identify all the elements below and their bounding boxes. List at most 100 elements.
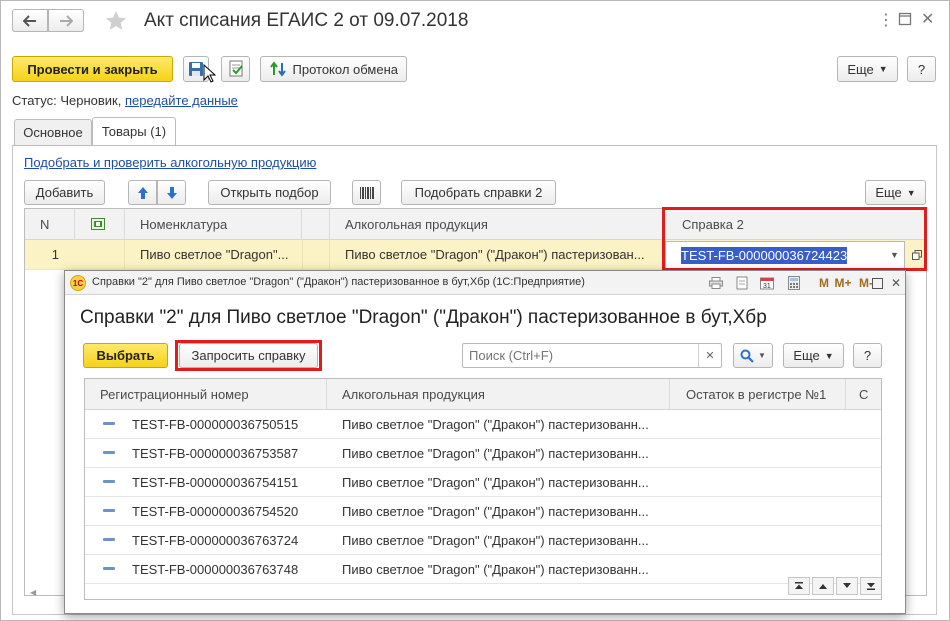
certificate-value: TEST-FB-000000036724423: [681, 246, 848, 264]
certificates-table[interactable]: Регистрационный номер Алкогольная продук…: [84, 378, 882, 600]
column-header-balance[interactable]: Остаток в регистре №1: [670, 379, 846, 409]
table-row[interactable]: TEST-FB-000000036750515 Пиво светлое "Dra…: [85, 410, 881, 439]
arrow-down-icon: [166, 186, 177, 199]
request-certificate-button[interactable]: Запросить справку: [179, 343, 318, 368]
excise-stamp-icon: [91, 218, 105, 230]
table-row[interactable]: TEST-FB-000000036763724 Пиво светлое "Dra…: [85, 526, 881, 555]
scroll-to-top-icon[interactable]: [788, 577, 810, 595]
maximize-icon[interactable]: [898, 12, 912, 29]
reg-number-cell[interactable]: TEST-FB-000000036753587: [132, 439, 327, 467]
dialog-close-icon[interactable]: ✕: [887, 274, 905, 292]
arrow-up-icon: [137, 186, 148, 199]
table-row[interactable]: TEST-FB-000000036753587 Пиво светлое "Dra…: [85, 439, 881, 468]
scroll-left-icon[interactable]: ◀: [30, 588, 36, 597]
help-button[interactable]: ?: [907, 56, 936, 82]
open-pick-button[interactable]: Открыть подбор: [208, 180, 331, 205]
print-icon[interactable]: [707, 274, 725, 292]
move-up-button[interactable]: [128, 180, 157, 205]
document-icon[interactable]: [733, 274, 751, 292]
memory-button[interactable]: M: [815, 274, 833, 292]
column-header-excise[interactable]: [75, 209, 125, 239]
table-row[interactable]: TEST-FB-000000036763748 Пиво светлое "Dra…: [85, 555, 881, 584]
arrow-left-icon: [23, 14, 36, 27]
certificate-input[interactable]: TEST-FB-000000036724423: [665, 241, 887, 269]
memory-plus-button[interactable]: M+: [832, 274, 854, 292]
dialog-heading: Справки "2" для Пиво светлое "Dragon" ("…: [80, 307, 767, 328]
dialog-help-button[interactable]: ?: [853, 343, 882, 368]
column-header-blank: [302, 209, 330, 239]
reg-number-cell[interactable]: TEST-FB-000000036754520: [132, 497, 327, 525]
search-button[interactable]: ▼: [733, 343, 773, 368]
post-document-icon: [229, 60, 243, 77]
reg-number-cell[interactable]: TEST-FB-000000036750515: [132, 410, 327, 438]
alcohol-product-cell[interactable]: Пиво светлое "Dragon" ("Дракон") пастери…: [342, 497, 662, 525]
mouse-cursor-icon: [203, 63, 217, 87]
exchange-protocol-label: Протокол обмена: [292, 61, 399, 77]
add-button[interactable]: Добавить: [24, 180, 105, 205]
reg-number-cell[interactable]: TEST-FB-000000036763724: [132, 526, 327, 554]
search-input[interactable]: [463, 344, 697, 367]
column-header-certificate[interactable]: Справка 2: [663, 209, 926, 239]
send-data-link[interactable]: передайте данные: [125, 93, 238, 108]
pick-certificates-button[interactable]: Подобрать справки 2: [401, 180, 556, 205]
column-header-nomenclature[interactable]: Номенклатура: [125, 209, 302, 239]
barcode-icon: [359, 186, 374, 199]
table-row[interactable]: 1 Пиво светлое "Dragon"... Пиво светлое …: [25, 240, 926, 270]
status-line: Статус: Черновик, передайте данные: [12, 93, 238, 108]
dialog-maximize-icon[interactable]: [868, 274, 886, 292]
exchange-protocol-button[interactable]: Протокол обмена: [260, 56, 407, 82]
reg-number-cell[interactable]: TEST-FB-000000036763748: [132, 555, 327, 583]
forward-button[interactable]: [48, 9, 84, 32]
status-value: Черновик,: [60, 93, 122, 108]
floppy-disk-icon: [189, 62, 203, 76]
barcode-button[interactable]: [352, 180, 381, 205]
alcohol-product-cell[interactable]: Пиво светлое "Dragon" ("Дракон") пастери…: [342, 555, 662, 583]
dropdown-arrow-icon: ▼: [758, 351, 766, 360]
column-header-n[interactable]: N: [25, 209, 75, 239]
alcohol-product-cell[interactable]: Пиво светлое "Dragon" ("Дракон") пастери…: [342, 468, 662, 496]
row-nomenclature[interactable]: Пиво светлое "Dragon"...: [125, 240, 302, 269]
column-header-alcohol-product[interactable]: Алкогольная продукция: [327, 379, 670, 409]
dropdown-arrow-icon: ▼: [824, 350, 834, 361]
dialog-more-button[interactable]: Еще ▼: [783, 343, 844, 368]
arrow-right-icon: [60, 14, 73, 27]
column-header-reg-number[interactable]: Регистрационный номер: [85, 379, 327, 409]
move-down-button[interactable]: [157, 180, 186, 205]
alcohol-product-cell[interactable]: Пиво светлое "Dragon" ("Дракон") пастери…: [342, 526, 662, 554]
scroll-to-bottom-icon[interactable]: [860, 577, 881, 595]
window-menu-icon[interactable]: ⋮: [878, 10, 894, 30]
back-button[interactable]: [12, 9, 48, 32]
column-header-extra[interactable]: С: [846, 379, 881, 409]
tab-main[interactable]: Основное: [14, 119, 92, 145]
scroll-up-icon[interactable]: [812, 577, 834, 595]
select-button[interactable]: Выбрать: [83, 343, 168, 368]
more-label: Еще: [847, 61, 874, 77]
tab-goods[interactable]: Товары (1): [92, 117, 176, 145]
clear-search-icon[interactable]: ✕: [698, 344, 721, 367]
post-button[interactable]: [221, 56, 250, 82]
table-scroll-controls: [788, 575, 881, 597]
pick-alcohol-link[interactable]: Подобрать и проверить алкогольную продук…: [24, 155, 316, 170]
reg-number-cell[interactable]: TEST-FB-000000036754151: [132, 468, 327, 496]
calendar-icon[interactable]: 31: [758, 274, 776, 292]
alcohol-product-cell[interactable]: Пиво светлое "Dragon" ("Дракон") пастери…: [342, 439, 662, 467]
certificate-dropdown-icon[interactable]: ▼: [885, 241, 905, 269]
row-product[interactable]: Пиво светлое "Dragon" ("Дракон") пастери…: [330, 240, 663, 269]
table-row[interactable]: TEST-FB-000000036754151 Пиво светлое "Dra…: [85, 468, 881, 497]
post-and-close-button[interactable]: Провести и закрыть: [12, 56, 173, 82]
favorite-star-icon[interactable]: [104, 9, 128, 36]
dropdown-arrow-icon: ▼: [906, 187, 916, 198]
status-label: Статус:: [12, 93, 57, 108]
search-box[interactable]: ✕: [462, 343, 722, 368]
column-header-product[interactable]: Алкогольная продукция: [330, 209, 663, 239]
close-icon[interactable]: ✕: [921, 9, 934, 29]
alcohol-product-cell[interactable]: Пиво светлое "Dragon" ("Дракон") пастери…: [342, 410, 662, 438]
more-button[interactable]: Еще ▼: [837, 56, 898, 82]
table-row[interactable]: TEST-FB-000000036754520 Пиво светлое "Dra…: [85, 497, 881, 526]
open-certificate-icon[interactable]: [907, 240, 926, 269]
list-item-marker-icon: [103, 439, 115, 467]
scroll-down-icon[interactable]: [836, 577, 858, 595]
goods-more-button[interactable]: Еще ▼: [865, 180, 926, 205]
dialog-more-label: Еще: [793, 348, 820, 363]
calculator-icon[interactable]: [785, 274, 803, 292]
